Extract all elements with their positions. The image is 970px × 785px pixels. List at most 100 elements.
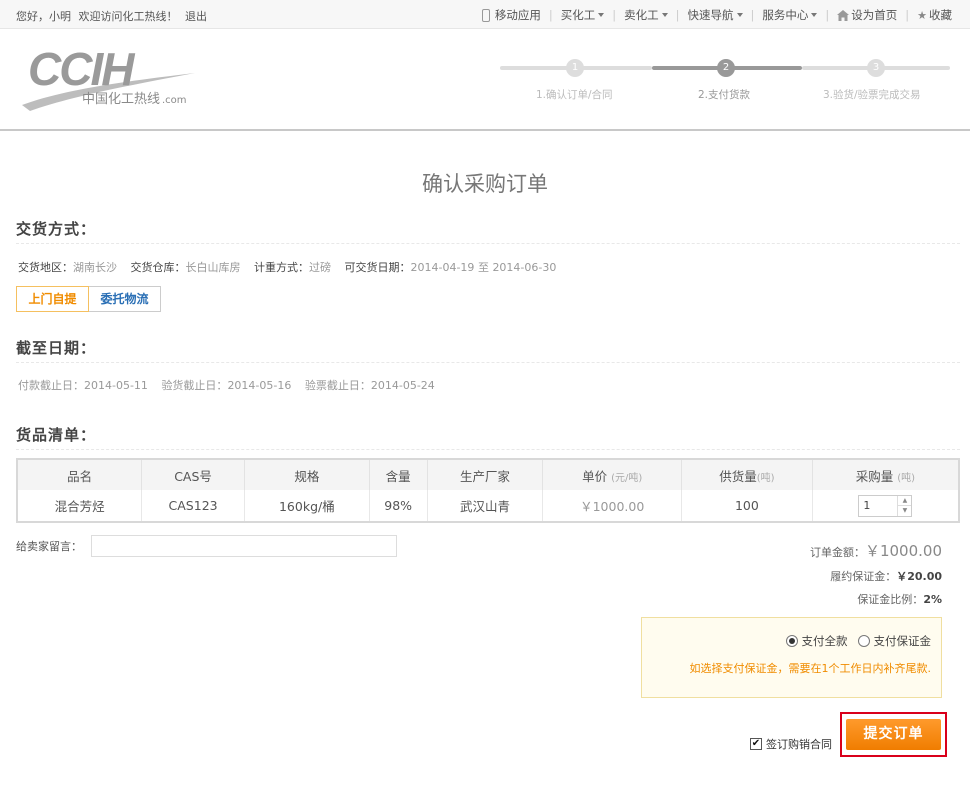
deposit-value: ￥20.00 [896, 570, 942, 583]
deadline-info: 付款截止日：2014-05-11 验货截止日：2014-05-16 验票截止日：… [18, 377, 435, 393]
chevron-down-icon [736, 13, 743, 17]
col-spec-header: 规格 [243, 459, 370, 490]
logistics-option-button[interactable]: 委托物流 [89, 286, 161, 312]
chevron-down-icon [661, 13, 668, 17]
cell-supply: 100 [681, 490, 813, 522]
region-label: 交货地区： [18, 261, 73, 274]
deadline-section-title: 截至日期： [16, 339, 97, 357]
ratio-label: 保证金比例： [857, 593, 924, 606]
supply-header-label: 供货量 [719, 468, 757, 484]
chevron-down-icon [598, 13, 605, 17]
warehouse-value: 长白山库房 [185, 261, 241, 274]
pay-full-label[interactable]: 支付全款 [802, 633, 848, 649]
delivery-section-title: 交货方式： [16, 220, 97, 238]
header: CCIH 中国化工热线 .com 1 2 3 1.确认订单/合同 2.支付货款 … [0, 29, 970, 131]
increment-arrow-icon[interactable]: ▲ [898, 496, 911, 506]
top-links: 移动应用 | 买化工 | 卖化工 | 快速导航 | 服务中心 | 设为首页 | … [481, 7, 952, 23]
ccih-logo[interactable]: CCIH 中国化工热线 .com [20, 43, 200, 113]
cell-content: 98% [368, 490, 428, 522]
qty-header-label: 采购量 [855, 468, 894, 484]
quick-nav-menu[interactable]: 快速导航 [688, 7, 743, 23]
inspect-deadline-value: 2014-05-16 [227, 379, 292, 392]
sell-menu[interactable]: 卖化工 [624, 7, 668, 23]
measure-label: 计重方式： [254, 261, 309, 274]
svg-text:中国化工热线: 中国化工热线 [82, 92, 160, 107]
cell-qty: ▲ ▼ [811, 490, 959, 522]
sell-label: 卖化工 [624, 8, 659, 22]
top-bar: 您好，小明 欢迎访问化工热线！ 退出 移动应用 | 买化工 | 卖化工 | 快速… [0, 0, 970, 29]
logout-link[interactable]: 退出 [185, 10, 207, 23]
measure-value: 过磅 [309, 261, 331, 274]
ratio-value: 2% [923, 593, 942, 606]
page-title: 确认采购订单 [422, 172, 548, 196]
pay-full-radio[interactable] [785, 635, 798, 647]
invoice-deadline-value: 2014-05-24 [370, 379, 435, 392]
agree-label: 签订购销合同 [766, 738, 832, 751]
favorite-link[interactable]: ★ 收藏 [917, 7, 952, 23]
payment-note: 如选择支付保证金，需要在1个工作日内补齐尾款. [689, 662, 932, 675]
agree-contract[interactable]: ✔ 签订购销合同 [750, 736, 832, 752]
deposit-label: 履约保证金： [830, 570, 897, 583]
col-price-header: 单价 (元/吨) [542, 459, 682, 490]
delivery-date-from: 2014-04-19 [410, 261, 475, 274]
greeting: 您好，小明 欢迎访问化工热线！ 退出 [16, 8, 211, 24]
price-header-label: 单价 [582, 468, 608, 484]
divider [16, 243, 960, 244]
step-2-label: 2.支付货款 [698, 89, 751, 101]
order-total-label: 订单金额： [809, 546, 865, 559]
pay-deadline-value: 2014-05-11 [84, 379, 148, 392]
svg-text:.com: .com [162, 95, 187, 106]
delivery-date-to-word: 至 [477, 261, 489, 274]
price-unit: (元/吨) [611, 472, 643, 484]
order-total: 订单金额：￥1000.00 [810, 540, 942, 561]
service-label: 服务中心 [762, 8, 809, 22]
deposit-ratio: 保证金比例：2% [857, 591, 942, 607]
phone-icon [481, 8, 490, 22]
supply-unit: (吨) [756, 472, 775, 484]
agree-checkbox[interactable]: ✔ [750, 738, 762, 750]
svg-text:CCIH: CCIH [28, 43, 135, 95]
progress-steps: 1 2 3 1.确认订单/合同 2.支付货款 3.验货/验票完成交易 [500, 59, 950, 109]
table-row: 混合芳烃 CAS123 160kg/桶 98% 武汉山青 ￥1000.00 10… [17, 490, 959, 522]
region-value: 湖南长沙 [73, 261, 117, 274]
memo-label: 给卖家留言： [16, 540, 82, 553]
col-maker-header: 生产厂家 [426, 459, 543, 490]
buy-label: 买化工 [560, 8, 596, 22]
col-cas-header: CAS号 [141, 459, 245, 490]
payment-options: 支付全款 支付保证金 [785, 633, 932, 649]
table-header-row: 品名 CAS号 规格 含量 生产厂家 单价 (元/吨) 供货量(吨) 采购量 (… [17, 459, 959, 490]
favorite-label: 收藏 [929, 8, 952, 22]
step-3-dot: 3 [867, 59, 885, 77]
inspect-deadline-label: 验货截止日： [161, 379, 228, 392]
quick-nav-label: 快速导航 [687, 8, 734, 22]
decrement-arrow-icon[interactable]: ▼ [898, 505, 912, 516]
quantity-input[interactable] [859, 495, 898, 516]
col-supply-header: 供货量(吨) [681, 459, 813, 490]
step-1-dot: 1 [566, 59, 584, 77]
invoice-deadline-label: 验票截止日： [304, 379, 371, 392]
step-3-label: 3.验货/验票完成交易 [823, 89, 921, 101]
warehouse-label: 交货仓库： [130, 261, 186, 274]
mobile-app-link[interactable]: 移动应用 [481, 7, 541, 23]
qty-unit: (吨) [897, 472, 916, 484]
pay-deposit-radio[interactable] [857, 635, 870, 647]
pickup-option-button[interactable]: 上门自提 [16, 286, 89, 312]
delivery-date-to: 2014-06-30 [492, 261, 557, 274]
greeting-hello: 您好，小明 [16, 10, 71, 23]
col-content-header: 含量 [368, 459, 428, 490]
cell-price: ￥1000.00 [542, 490, 682, 522]
cell-spec: 160kg/桶 [243, 490, 370, 522]
col-qty-header: 采购量 (吨) [811, 459, 959, 490]
memo-input[interactable] [91, 535, 397, 557]
service-menu[interactable]: 服务中心 [762, 7, 818, 23]
star-icon: ★ [917, 8, 927, 22]
submit-highlight: 提交订单 [840, 712, 947, 757]
quantity-stepper[interactable]: ▲ ▼ [858, 494, 913, 517]
buy-menu[interactable]: 买化工 [561, 7, 605, 23]
set-home-link[interactable]: 设为首页 [837, 7, 897, 23]
submit-order-button[interactable]: 提交订单 [846, 719, 941, 750]
divider [16, 362, 960, 363]
cell-maker: 武汉山青 [426, 490, 543, 522]
pay-deposit-label[interactable]: 支付保证金 [874, 633, 932, 649]
delivery-date-label: 可交货日期： [344, 261, 411, 274]
